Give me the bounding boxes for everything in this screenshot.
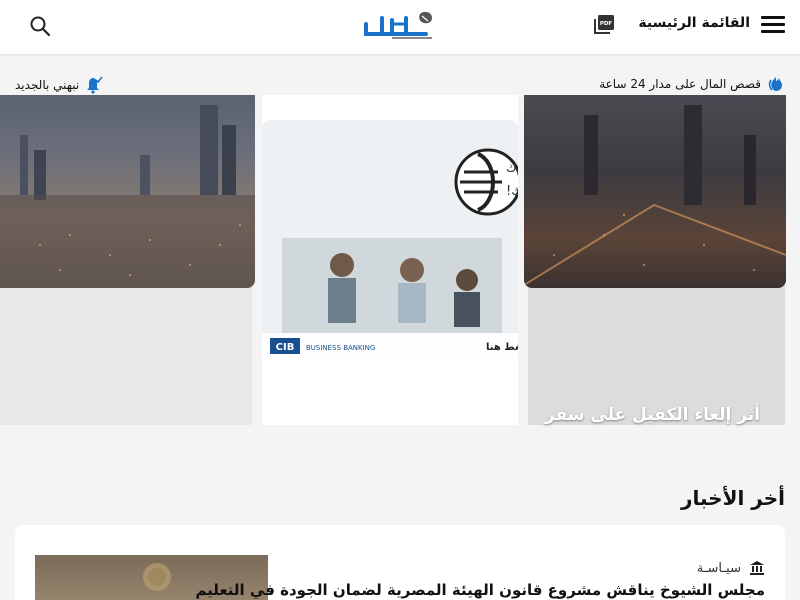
svg-text:PDF: PDF bbox=[600, 21, 613, 27]
ad-brand-sub: BUSINESS BANKING bbox=[306, 344, 375, 352]
notify-button[interactable]: نبهني بالجديد bbox=[15, 76, 103, 94]
hamburger-icon[interactable] bbox=[761, 14, 785, 34]
pdf-icon[interactable]: PDF bbox=[593, 15, 615, 35]
city-skyline-photo bbox=[0, 95, 255, 288]
bell-icon bbox=[87, 76, 103, 94]
search-icon[interactable] bbox=[29, 15, 51, 37]
ad-headline-2: في تنمية حجم استثماراتك! bbox=[506, 184, 518, 199]
flame-icon bbox=[768, 77, 782, 91]
ticker[interactable]: قصص المال على مدار 24 ساعة bbox=[599, 76, 785, 92]
ad-brand: CIB bbox=[276, 342, 295, 353]
cib-advertisement[interactable]: برؤيـتك وخبرتنا هنساعدك في تنمية حجم است… bbox=[262, 120, 518, 359]
news-category[interactable]: سيـاسـة bbox=[697, 560, 765, 576]
notify-text: نبهني بالجديد bbox=[15, 78, 80, 92]
site-logo[interactable] bbox=[362, 10, 438, 42]
bank-icon bbox=[750, 561, 764, 575]
ticker-text: قصص المال على مدار 24 ساعة bbox=[599, 77, 761, 91]
night-city-photo bbox=[524, 95, 786, 288]
featured-card-left[interactable] bbox=[0, 95, 255, 425]
news-title[interactable]: مجلس الشيوخ يناقش مشروع قانون الهيئة الم… bbox=[195, 581, 765, 599]
site-header: القائمة الرئيسية PDF bbox=[0, 0, 800, 54]
ad-cta: اضغط هنا bbox=[486, 342, 518, 353]
news-category-label: سيـاسـة bbox=[696, 560, 741, 576]
news-card[interactable]: سيـاسـة مجلس الشيوخ يناقش مشروع قانون ال… bbox=[15, 525, 785, 600]
featured-title[interactable]: أثر إلغاء الكفيل على سفر bbox=[545, 405, 760, 425]
latest-news-heading: أخر الأخبار bbox=[680, 486, 785, 510]
main-menu-label[interactable]: القائمة الرئيسية bbox=[638, 15, 750, 31]
cib-globe-icon bbox=[454, 148, 518, 216]
featured-card-right[interactable]: أثر إلغاء الكفيل على سفر bbox=[524, 95, 786, 425]
ad-headline-1: برؤيـتك وخبرتنا هنساعدك bbox=[506, 161, 518, 176]
